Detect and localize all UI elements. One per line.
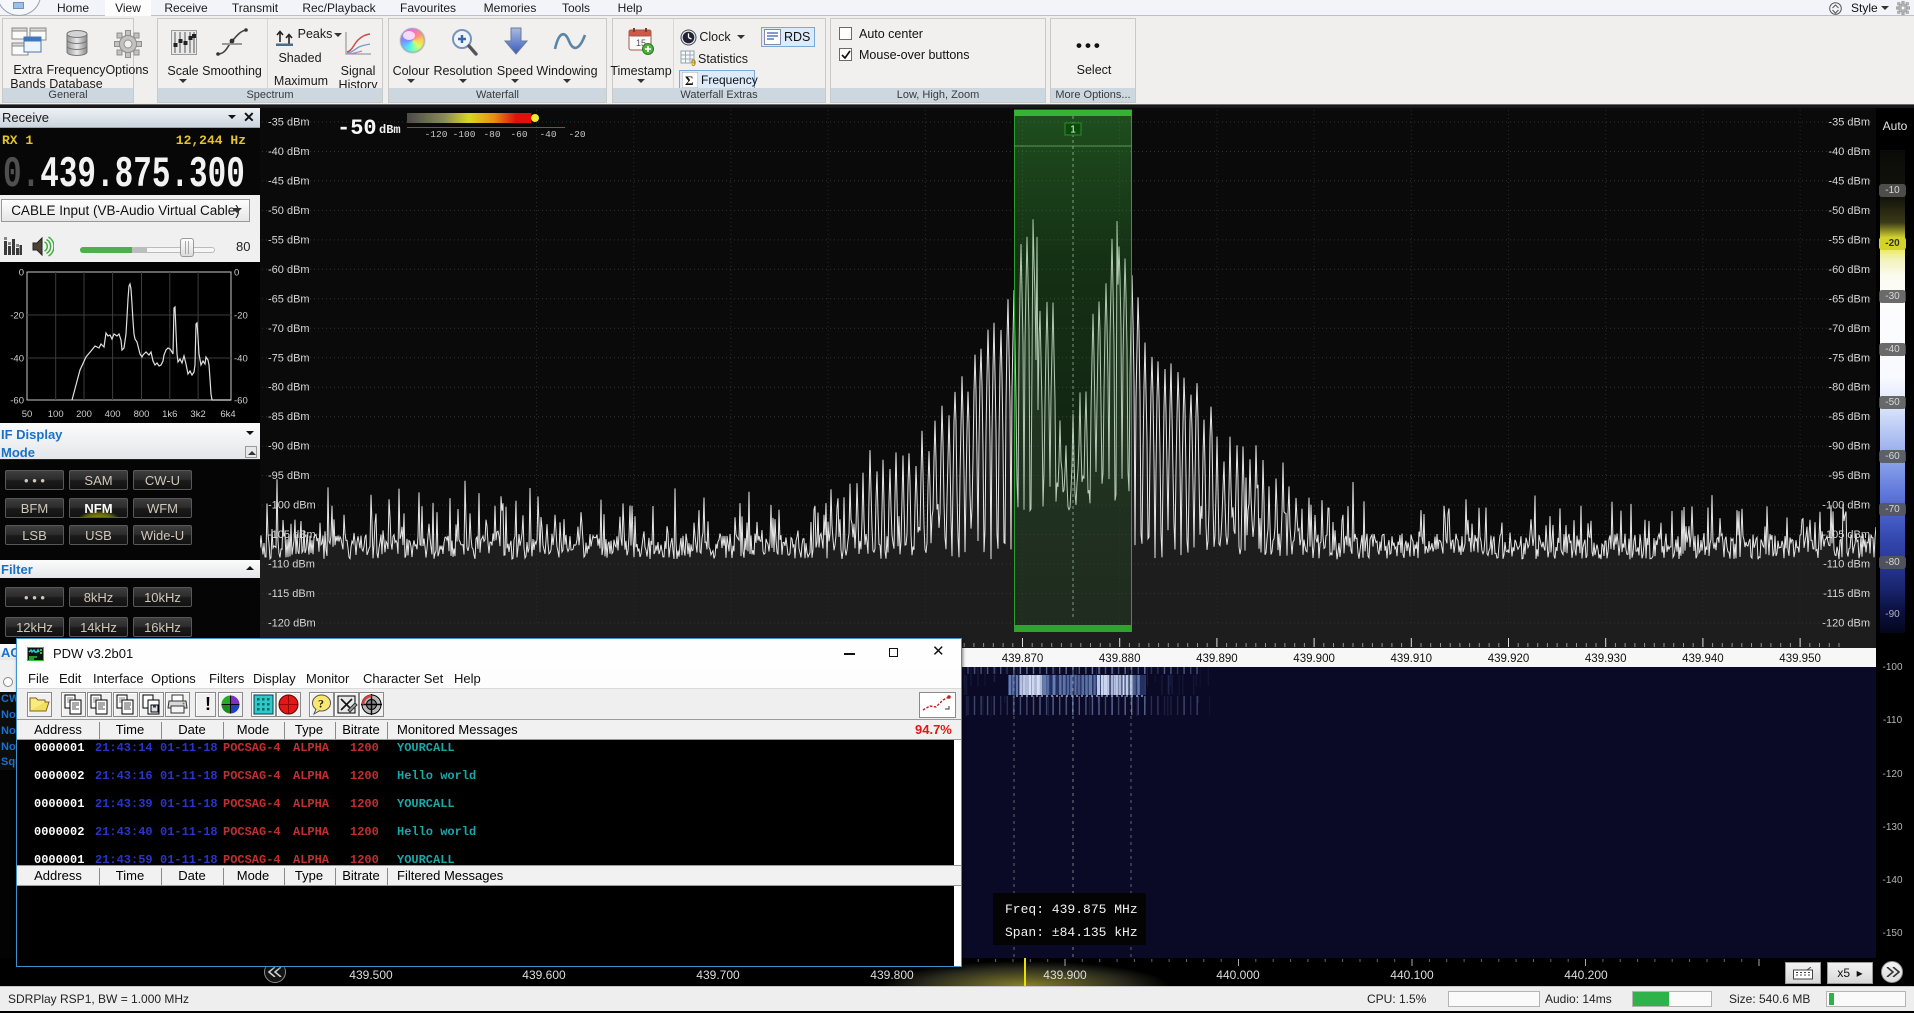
svg-text:?: ? xyxy=(318,697,324,711)
svg-text:-75 dBm: -75 dBm xyxy=(268,352,310,364)
svg-text:Σ: Σ xyxy=(685,73,694,88)
svg-text:-55 dBm: -55 dBm xyxy=(1828,234,1870,246)
svg-text:-65 dBm: -65 dBm xyxy=(268,293,310,305)
svg-text:-105 dBm: -105 dBm xyxy=(268,529,316,541)
svg-text:-60 dBm: -60 dBm xyxy=(1828,264,1870,276)
svg-text:-45 dBm: -45 dBm xyxy=(1828,175,1870,187)
svg-text:50: 50 xyxy=(22,409,33,420)
svg-text:-115 dBm: -115 dBm xyxy=(268,588,315,600)
svg-text:-20: -20 xyxy=(234,311,248,322)
svg-text:-110 dBm: -110 dBm xyxy=(268,559,315,571)
svg-text:Freq: 439.875 MHz: Freq: 439.875 MHz xyxy=(1005,902,1138,917)
svg-text:-100 dBm: -100 dBm xyxy=(1822,500,1870,512)
svg-text:439.910: 439.910 xyxy=(1391,653,1433,665)
svg-text:-40: -40 xyxy=(10,354,24,365)
svg-text:-35 dBm: -35 dBm xyxy=(268,117,310,129)
svg-text:-50: -50 xyxy=(337,116,377,141)
svg-text:-50 dBm: -50 dBm xyxy=(1828,205,1870,217)
svg-text:-115 dBm: -115 dBm xyxy=(1823,588,1870,600)
svg-text:1: 1 xyxy=(1070,125,1076,136)
svg-text:439.940: 439.940 xyxy=(1682,653,1724,665)
svg-text:Span: ±84.135 kHz: Span: ±84.135 kHz xyxy=(1005,925,1138,940)
svg-text:-40 dBm: -40 dBm xyxy=(268,146,310,158)
svg-text:-70 dBm: -70 dBm xyxy=(1828,323,1870,335)
svg-text:-60: -60 xyxy=(10,396,24,407)
svg-text:-55 dBm: -55 dBm xyxy=(268,234,310,246)
svg-text:-60 dBm: -60 dBm xyxy=(268,264,310,276)
svg-text:439.900: 439.900 xyxy=(1293,653,1335,665)
svg-text:-40: -40 xyxy=(539,129,556,140)
svg-text:400: 400 xyxy=(105,409,121,420)
svg-text:-80: -80 xyxy=(483,129,500,140)
svg-text:-20: -20 xyxy=(568,129,585,140)
svg-text:-20: -20 xyxy=(10,311,24,322)
svg-text:439.950: 439.950 xyxy=(1779,653,1821,665)
svg-text:-60: -60 xyxy=(234,396,248,407)
svg-text:800: 800 xyxy=(134,409,150,420)
svg-text:439.880: 439.880 xyxy=(1099,653,1141,665)
svg-text:-90 dBm: -90 dBm xyxy=(268,441,310,453)
svg-text:-110 dBm: -110 dBm xyxy=(1823,559,1870,571)
svg-text:-35 dBm: -35 dBm xyxy=(1828,117,1870,129)
svg-text:439.930: 439.930 xyxy=(1585,653,1627,665)
svg-text:200: 200 xyxy=(76,409,92,420)
svg-text:439.890: 439.890 xyxy=(1196,653,1238,665)
svg-text:-100: -100 xyxy=(453,129,476,140)
svg-text:0: 0 xyxy=(19,268,24,279)
svg-text:-80 dBm: -80 dBm xyxy=(268,382,310,394)
svg-text:-90 dBm: -90 dBm xyxy=(1828,441,1870,453)
svg-text:-45 dBm: -45 dBm xyxy=(268,175,310,187)
svg-text:-80 dBm: -80 dBm xyxy=(1828,382,1870,394)
svg-text:-100 dBm: -100 dBm xyxy=(268,500,316,512)
svg-text:100: 100 xyxy=(48,409,64,420)
svg-text:dBm: dBm xyxy=(379,123,401,137)
svg-text:-85 dBm: -85 dBm xyxy=(268,411,310,423)
svg-text:-75 dBm: -75 dBm xyxy=(1828,352,1870,364)
svg-text:-40 dBm: -40 dBm xyxy=(1828,146,1870,158)
svg-text:-40: -40 xyxy=(234,354,248,365)
svg-text:439.870: 439.870 xyxy=(1002,653,1044,665)
svg-text:-120: -120 xyxy=(425,129,448,140)
svg-text:-95 dBm: -95 dBm xyxy=(1828,470,1870,482)
svg-text:-85 dBm: -85 dBm xyxy=(1828,411,1870,423)
svg-text:3k2: 3k2 xyxy=(190,409,205,420)
svg-text:1k6: 1k6 xyxy=(162,409,177,420)
svg-text:-50 dBm: -50 dBm xyxy=(268,205,310,217)
svg-text:-65 dBm: -65 dBm xyxy=(1828,293,1870,305)
svg-text:439.920: 439.920 xyxy=(1488,653,1530,665)
svg-text:-120 dBm: -120 dBm xyxy=(1822,618,1870,630)
svg-text:-120 dBm: -120 dBm xyxy=(268,618,316,630)
svg-text:-70 dBm: -70 dBm xyxy=(268,323,310,335)
svg-text:6k4: 6k4 xyxy=(220,409,235,420)
svg-text:-105 dBm: -105 dBm xyxy=(1822,529,1870,541)
svg-text:-60: -60 xyxy=(510,129,527,140)
svg-text:-95 dBm: -95 dBm xyxy=(268,470,310,482)
svg-text:0: 0 xyxy=(234,268,239,279)
